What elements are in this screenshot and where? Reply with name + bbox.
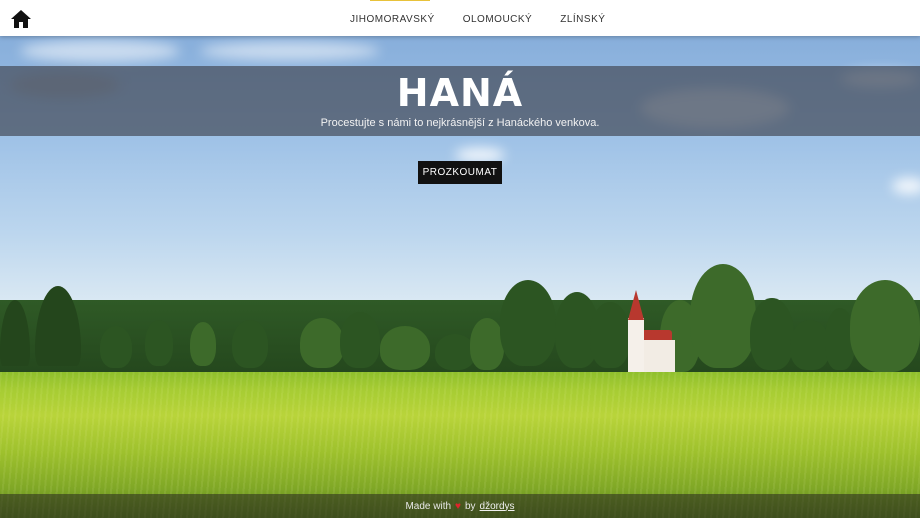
church-spire (628, 290, 644, 320)
tree (35, 286, 81, 366)
region-nav: JIHOMORAVSKÝ OLOMOUCKÝ ZLÍNSKÝ (350, 0, 633, 36)
tree (750, 298, 794, 370)
top-navigation-bar: JIHOMORAVSKÝ OLOMOUCKÝ ZLÍNSKÝ (0, 0, 920, 36)
tree (232, 320, 268, 368)
nav-item-olomoucky[interactable]: OLOMOUCKÝ (463, 12, 533, 25)
tree (435, 334, 475, 370)
explore-button[interactable]: PROZKOUMAT (418, 161, 502, 184)
heart-icon: ♥ (455, 500, 461, 512)
tree (340, 312, 380, 368)
tree (145, 320, 173, 366)
nav-item-zlinsky[interactable]: ZLÍNSKÝ (560, 12, 605, 25)
page-subtitle: Procestujte s námi to nejkrásnější z Han… (320, 117, 600, 129)
tree (190, 322, 216, 366)
tree (380, 326, 430, 370)
hero-banner: HANÁ Procestujte s námi to nejkrásnější … (0, 66, 920, 136)
footer: Made with ♥ by džordys (0, 494, 920, 518)
cloud (892, 178, 920, 194)
tree (100, 326, 132, 368)
cloud (200, 42, 380, 60)
tree (470, 318, 504, 370)
tree (850, 280, 920, 372)
footer-made-with: Made with (405, 500, 452, 512)
tree (690, 264, 756, 368)
tree (790, 320, 830, 370)
cloud (20, 40, 180, 62)
tree (590, 302, 630, 368)
nav-item-jihomoravsky[interactable]: JIHOMORAVSKÝ (350, 0, 435, 25)
cloud (455, 148, 505, 162)
home-icon[interactable] (10, 8, 32, 30)
footer-by: by (464, 500, 476, 512)
page-title: HANÁ (396, 71, 524, 115)
tree (500, 280, 556, 366)
church-tower (628, 318, 644, 378)
tree (300, 318, 344, 368)
author-link[interactable]: džordys (480, 501, 515, 512)
